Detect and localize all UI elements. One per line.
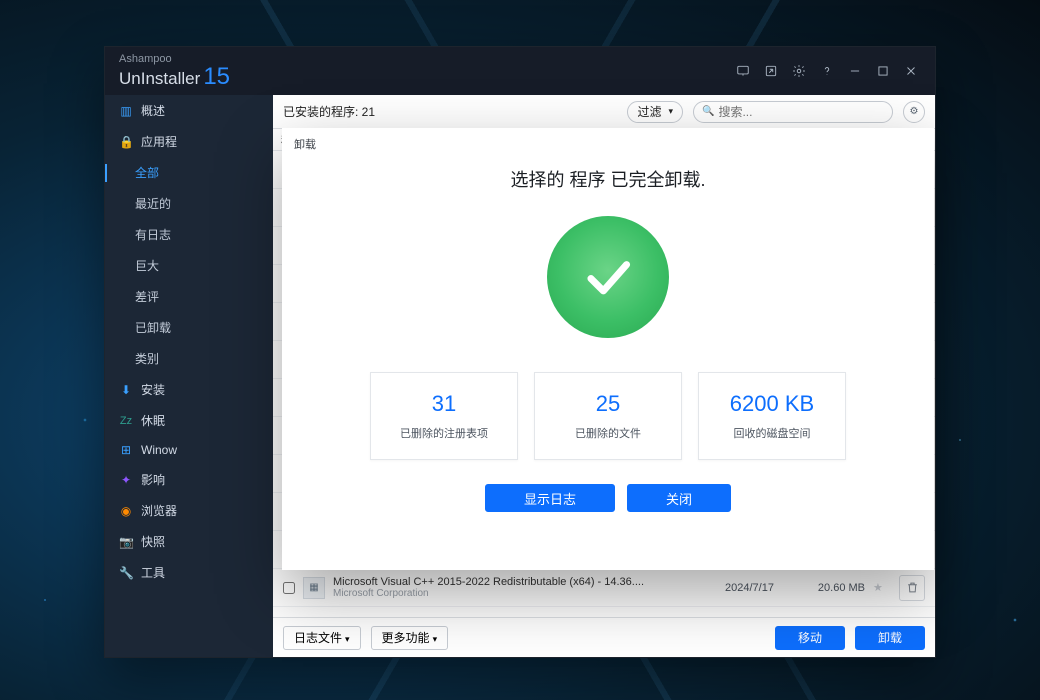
row-meta: Microsoft Visual C++ 2015-2022 Redistrib… xyxy=(333,576,717,599)
sidebar-item-impact[interactable]: ✦影响 xyxy=(105,464,273,495)
sidebar-item-sleep[interactable]: Zz休眠 xyxy=(105,405,273,436)
sidebar-label: 概述 xyxy=(141,102,165,119)
help-icon[interactable] xyxy=(813,57,841,85)
modal-title: 卸载 xyxy=(282,128,328,160)
sidebar-item-browser[interactable]: ◉浏览器 xyxy=(105,495,273,526)
gear-icon: ⚙ xyxy=(910,106,919,117)
titlebar: Ashampoo UnInstaller 15 xyxy=(105,47,935,95)
sidebar-sub-all[interactable]: 全部 xyxy=(105,157,273,188)
sidebar-item-overview[interactable]: ▥ 概述 xyxy=(105,95,273,126)
uninstall-complete-modal: 卸载 选择的 程序 已完全卸载. 31 已删除的注册表项 25 已删除的文件 6… xyxy=(282,128,934,570)
more-button[interactable]: 更多功能 xyxy=(371,626,449,650)
search-icon: 🔍 xyxy=(702,106,714,117)
tools-icon: 🔧 xyxy=(119,566,133,580)
check-icon xyxy=(577,246,639,308)
content-footer: 日志文件 更多功能 移动 卸载 xyxy=(273,617,935,657)
content-toolbar: 已安装的程序: 21 过滤 🔍 ⚙ xyxy=(273,95,935,129)
impact-icon: ✦ xyxy=(119,473,133,487)
app-icon: ▦ xyxy=(303,577,325,599)
show-log-button[interactable]: 显示日志 xyxy=(485,484,615,512)
snapshot-icon: 📷 xyxy=(119,535,133,549)
modal-headline: 选择的 程序 已完全卸载. xyxy=(510,166,705,192)
windows-icon: ⊞ xyxy=(119,443,133,457)
move-button[interactable]: 移动 xyxy=(775,626,845,650)
logs-button[interactable]: 日志文件 xyxy=(283,626,361,650)
brand: Ashampoo UnInstaller 15 xyxy=(119,54,230,89)
brand-product: UnInstaller xyxy=(119,69,200,88)
sidebar: ▥ 概述 🔒 应用程 全部 最近的 有日志 巨大 差评 已卸载 类别 ⬇安装 Zz休… xyxy=(105,95,273,657)
external-icon[interactable] xyxy=(757,57,785,85)
sidebar-sub-removed[interactable]: 已卸载 xyxy=(105,312,273,343)
sidebar-item-install[interactable]: ⬇安装 xyxy=(105,374,273,405)
sidebar-item-apps[interactable]: 🔒 应用程 xyxy=(105,126,273,157)
stat-deleted-files: 25 已删除的文件 xyxy=(534,372,682,460)
apps-icon: 🔒 xyxy=(119,135,133,149)
stats: 31 已删除的注册表项 25 已删除的文件 6200 KB 回收的磁盘空间 xyxy=(370,372,846,460)
settings-icon[interactable] xyxy=(785,57,813,85)
sidebar-sub-recent[interactable]: 最近的 xyxy=(105,188,273,219)
stat-disk-freed: 6200 KB 回收的磁盘空间 xyxy=(698,372,846,460)
search-field[interactable]: 🔍 xyxy=(693,101,893,123)
browser-icon: ◉ xyxy=(119,504,133,518)
row-size: 20.60 MB xyxy=(803,582,865,594)
sidebar-sub-badrev[interactable]: 差评 xyxy=(105,281,273,312)
stat-deleted-registry: 31 已删除的注册表项 xyxy=(370,372,518,460)
close-button[interactable]: 关闭 xyxy=(627,484,731,512)
feedback-icon[interactable] xyxy=(729,57,757,85)
table-row[interactable]: ▦ Microsoft Visual C++ 2015-2022 Redistri… xyxy=(273,569,935,607)
close-icon[interactable] xyxy=(897,57,925,85)
favorite-star-icon[interactable]: ★ xyxy=(873,581,891,594)
search-input[interactable] xyxy=(718,105,884,119)
installed-count: 已安装的程序: 21 xyxy=(283,103,375,120)
overview-icon: ▥ xyxy=(119,104,133,118)
sidebar-label: 应用程 xyxy=(141,133,177,150)
install-icon: ⬇ xyxy=(119,383,133,397)
sleep-icon: Zz xyxy=(119,414,133,428)
sidebar-item-windows[interactable]: ⊞Winow xyxy=(105,436,273,464)
sidebar-item-tools[interactable]: 🔧工具 xyxy=(105,557,273,588)
filter-button[interactable]: 过滤 xyxy=(627,101,683,123)
list-settings-button[interactable]: ⚙ xyxy=(903,101,925,123)
uninstall-button[interactable]: 卸载 xyxy=(855,626,925,650)
minimize-icon[interactable] xyxy=(841,57,869,85)
sidebar-sub-category[interactable]: 类别 xyxy=(105,343,273,374)
row-checkbox[interactable] xyxy=(283,582,295,594)
row-uninstall-button[interactable] xyxy=(899,575,925,601)
sidebar-sub-huge[interactable]: 巨大 xyxy=(105,250,273,281)
maximize-icon[interactable] xyxy=(869,57,897,85)
sidebar-sub-logged[interactable]: 有日志 xyxy=(105,219,273,250)
modal-actions: 显示日志 关闭 xyxy=(485,484,731,512)
row-date: 2024/7/17 xyxy=(725,582,795,594)
success-badge xyxy=(547,216,669,338)
brand-version: 15 xyxy=(203,63,230,90)
sidebar-item-snapshot[interactable]: 📷快照 xyxy=(105,526,273,557)
